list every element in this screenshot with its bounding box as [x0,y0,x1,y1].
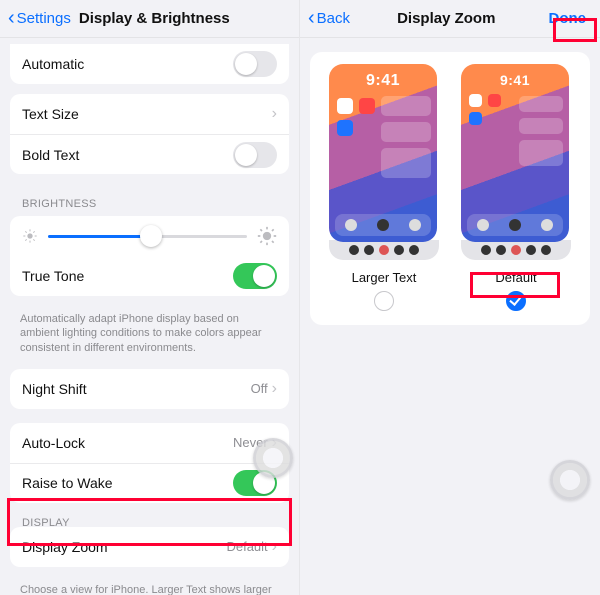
auto-lock-row[interactable]: Auto-Lock Never › [10,423,289,463]
chevron-right-icon: › [272,105,277,123]
chevron-left-icon: ‹ [308,8,315,28]
auto-lock-label: Auto-Lock [22,435,233,451]
text-size-row[interactable]: Text Size › [10,94,289,134]
night-shift-row[interactable]: Night Shift Off › [10,369,289,409]
brightness-low-icon [22,228,38,244]
radio-default[interactable] [506,291,526,311]
preview-default[interactable]: 9:41 Default [461,64,571,285]
preview-screen-default: 9:41 [461,64,569,242]
true-tone-toggle[interactable] [233,263,277,289]
back-label: Back [317,10,350,27]
radio-larger-text[interactable] [374,291,394,311]
nav-bar-left: ‹ Settings Display & Brightness [0,0,299,38]
brightness-slider[interactable] [48,235,247,238]
display-brightness-screen: ‹ Settings Display & Brightness Automati… [0,0,300,595]
chevron-right-icon: › [272,538,277,556]
nav-bar-right: ‹ Back Display Zoom Done [300,0,600,38]
text-size-label: Text Size [22,106,272,122]
preview-time: 9:41 [329,72,437,90]
night-shift-label: Night Shift [22,381,251,397]
option-label-larger: Larger Text [329,270,439,285]
display-zoom-footer: Choose a view for iPhone. Larger Text sh… [0,577,299,595]
back-label: Settings [17,10,71,27]
raise-to-wake-row[interactable]: Raise to Wake [10,463,289,503]
brightness-header: BRIGHTNESS [0,184,299,216]
night-shift-value: Off [251,381,268,396]
option-label-default: Default [461,270,571,285]
assistive-touch-button[interactable] [550,460,590,500]
back-button[interactable]: ‹ Back [308,9,350,29]
automatic-row[interactable]: Automatic [10,44,289,84]
back-to-settings-button[interactable]: ‹ Settings [8,9,71,29]
assistive-touch-button[interactable] [253,438,293,478]
bold-text-row[interactable]: Bold Text [10,134,289,174]
display-zoom-screen: ‹ Back Display Zoom Done 9:41 Larger Te [300,0,600,595]
page-title: Display Zoom [350,10,542,27]
brightness-slider-row[interactable] [10,216,289,256]
preview-screen-larger: 9:41 [329,64,437,242]
brightness-thumb[interactable] [140,225,162,247]
true-tone-row[interactable]: True Tone [10,256,289,296]
display-zoom-row[interactable]: Display Zoom Default › [10,527,289,567]
bold-text-label: Bold Text [22,147,233,163]
true-tone-footer: Automatically adapt iPhone display based… [0,306,299,355]
preview-larger-text[interactable]: 9:41 Larger Text [329,64,439,285]
brightness-high-icon [257,226,277,246]
preview-time: 9:41 [461,72,569,88]
automatic-toggle[interactable] [233,51,277,77]
true-tone-label: True Tone [22,268,233,284]
automatic-label: Automatic [22,56,233,72]
chevron-left-icon: ‹ [8,8,15,28]
zoom-preview-card: 9:41 Larger Text 9:41 [310,52,590,325]
chevron-right-icon: › [272,380,277,398]
done-button[interactable]: Done [543,8,593,29]
bold-text-toggle[interactable] [233,142,277,168]
raise-to-wake-label: Raise to Wake [22,475,233,491]
display-zoom-value: Default [226,539,267,554]
display-header: DISPLAY [0,513,299,527]
page-title: Display & Brightness [71,10,291,27]
display-zoom-label: Display Zoom [22,539,226,555]
